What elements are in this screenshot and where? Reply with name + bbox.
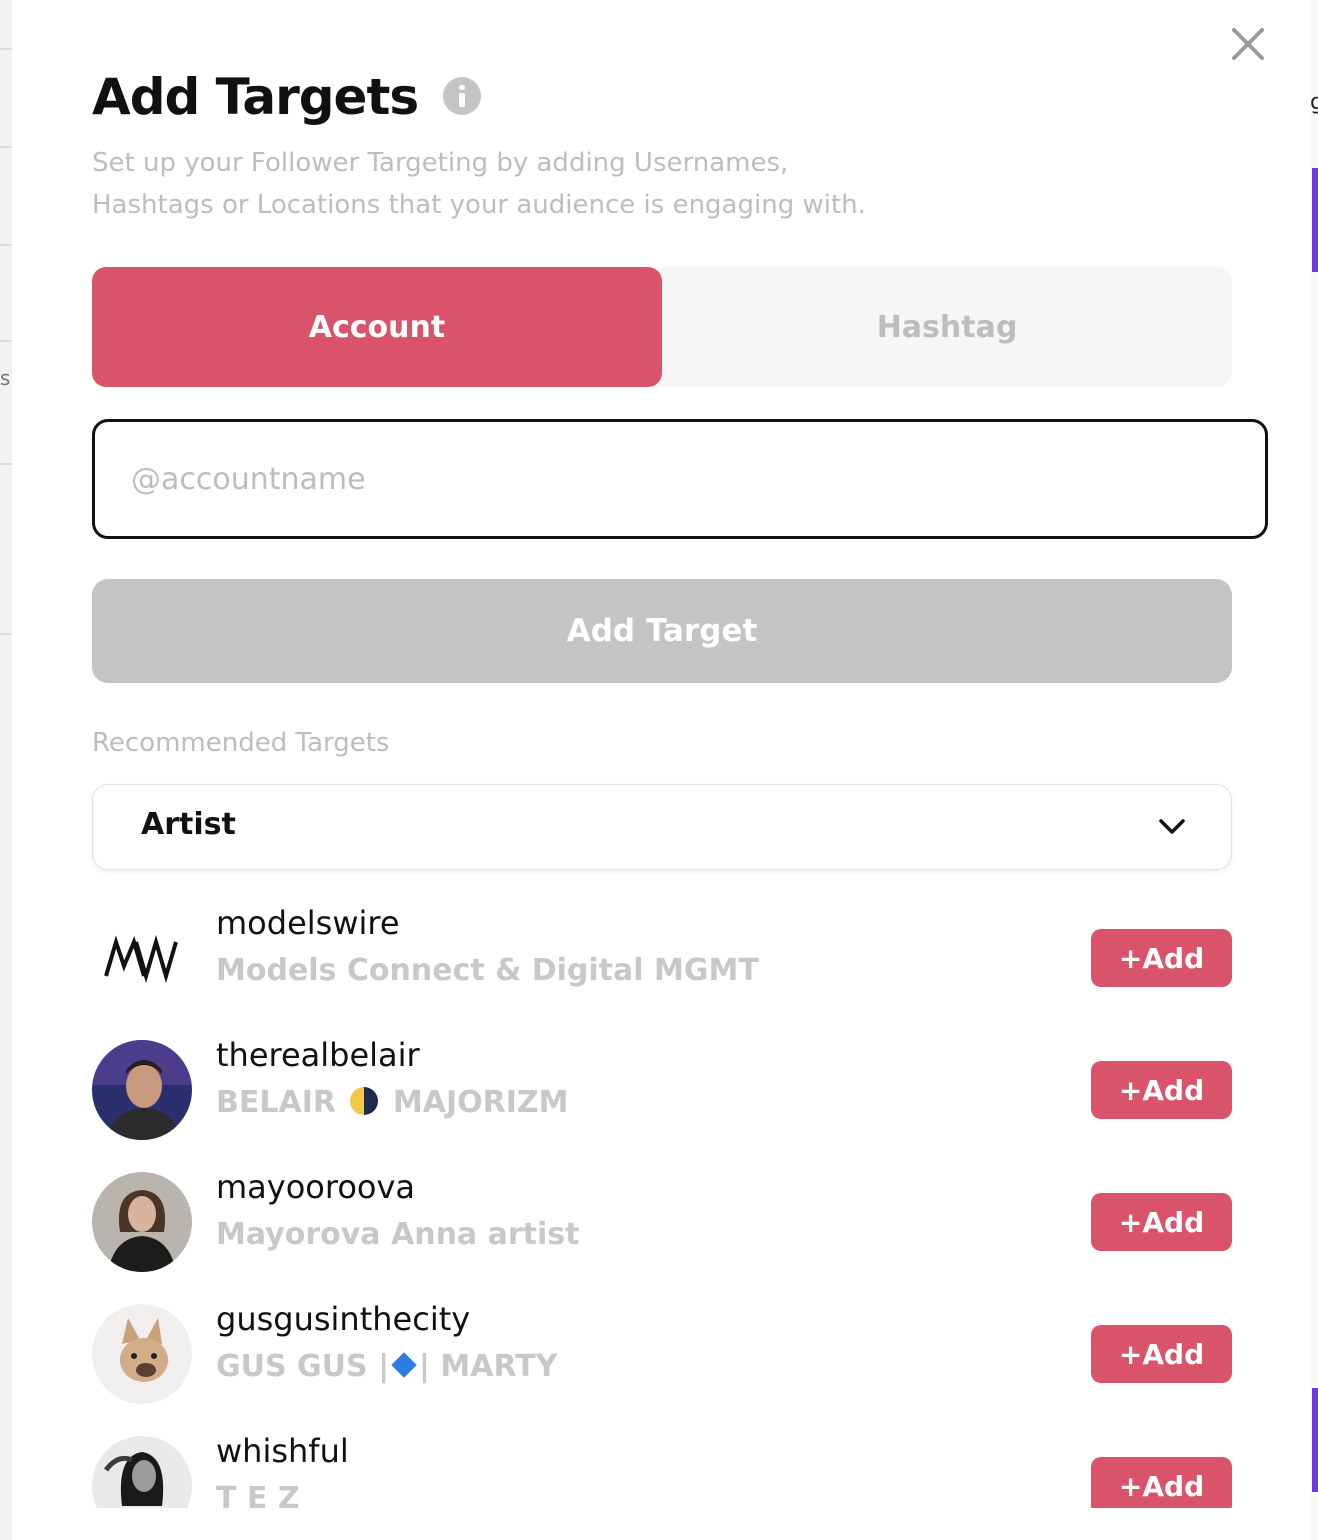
background-text: s xyxy=(0,366,11,390)
modelswire-logo-icon xyxy=(92,908,192,1008)
list-item: whishful T E Z +Add xyxy=(92,1432,1232,1508)
target-display-name: GUS GUS | | MARTY xyxy=(216,1344,557,1390)
target-display-name: BELAIR MAJORIZM xyxy=(216,1080,568,1126)
target-username: whishful xyxy=(216,1432,349,1470)
divider xyxy=(0,146,12,148)
recommended-targets-list: modelswire Models Connect & Digital MGMT… xyxy=(12,0,1310,1508)
divider xyxy=(0,633,12,635)
background-accent-bar xyxy=(1312,1388,1318,1492)
display-name-part: GUS GUS | xyxy=(216,1349,390,1384)
target-display-name: Models Connect & Digital MGMT xyxy=(216,953,759,988)
background-text: g xyxy=(1310,90,1318,115)
avatar xyxy=(92,1304,192,1404)
profile-photo-icon xyxy=(92,1172,192,1272)
display-name-part: MAJORIZM xyxy=(392,1085,569,1120)
divider xyxy=(0,48,12,50)
target-username: gusgusinthecity xyxy=(216,1300,471,1338)
add-button[interactable]: +Add xyxy=(1091,1325,1232,1383)
background-page-right: g xyxy=(1310,0,1318,1540)
divider xyxy=(0,244,12,246)
divider xyxy=(0,340,12,342)
add-button[interactable]: +Add xyxy=(1091,1193,1232,1251)
list-item: gusgusinthecity GUS GUS | | MARTY +Add xyxy=(92,1300,1232,1404)
display-name-part: BELAIR xyxy=(216,1085,336,1120)
avatar xyxy=(92,1436,192,1508)
diamond-emoji-icon xyxy=(391,1352,417,1378)
avatar xyxy=(92,908,192,1008)
list-item: mayooroova Mayorova Anna artist +Add xyxy=(92,1168,1232,1272)
avatar xyxy=(92,1172,192,1272)
background-accent-bar xyxy=(1312,168,1318,272)
add-button[interactable]: +Add xyxy=(1091,1061,1232,1119)
target-username: therealbelair xyxy=(216,1036,420,1074)
display-name-part: | MARTY xyxy=(419,1349,558,1384)
add-button[interactable]: +Add xyxy=(1091,929,1232,987)
profile-photo-icon xyxy=(92,1040,192,1140)
divider xyxy=(0,463,12,465)
target-username: mayooroova xyxy=(216,1168,416,1206)
profile-photo-icon xyxy=(92,1436,192,1508)
target-display-name: Mayorova Anna artist xyxy=(216,1217,580,1252)
list-item: therealbelair BELAIR MAJORIZM +Add xyxy=(92,1036,1232,1140)
background-page-left: s xyxy=(0,0,12,1540)
avatar xyxy=(92,1040,192,1140)
add-targets-modal: Add Targets Set up your Follower Targeti… xyxy=(12,0,1310,1540)
profile-photo-icon xyxy=(92,1304,192,1404)
moon-emoji-icon xyxy=(350,1087,379,1115)
list-item: modelswire Models Connect & Digital MGMT… xyxy=(92,904,1232,1008)
target-username: modelswire xyxy=(216,904,400,942)
target-display-name: T E Z xyxy=(216,1481,300,1508)
add-button[interactable]: +Add xyxy=(1091,1457,1232,1508)
